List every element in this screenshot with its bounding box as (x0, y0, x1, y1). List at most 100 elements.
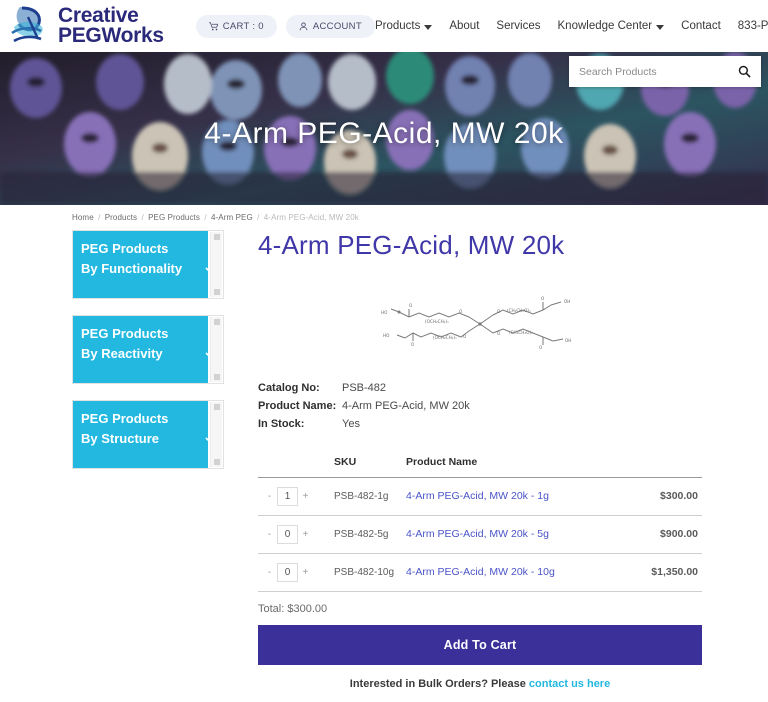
chevron-down-icon (656, 24, 665, 30)
sidebar-scrollbar[interactable] (210, 317, 222, 382)
sidebar-accordion-functionality-header[interactable]: PEG Products By Functionality (73, 231, 208, 298)
info-key-catalog-no: Catalog No: (258, 382, 320, 394)
quantity-increment-button[interactable]: + (298, 563, 313, 582)
svg-text:O: O (539, 345, 543, 350)
peg-helix-logo-icon (11, 6, 43, 43)
quantity-increment-button[interactable]: + (298, 525, 313, 544)
sidebar-accordion-functionality[interactable]: PEG Products By Functionality ⌄ (72, 230, 224, 299)
cell-product-name: 4-Arm PEG-Acid, MW 20k - 5g (402, 515, 625, 554)
hero-title: 4-Arm PEG-Acid, MW 20k (204, 117, 564, 150)
quantity-stepper[interactable]: - + (262, 524, 313, 544)
cell-sku: PSB-482-5g (330, 515, 402, 554)
breadcrumb-item-home[interactable]: Home (72, 213, 94, 222)
column-header-product-name: Product Name (402, 447, 625, 478)
breadcrumb-separator: / (204, 213, 207, 222)
nav-item-about[interactable]: About (449, 20, 479, 32)
hero-banner: 4-Arm PEG-Acid, MW 20k (0, 52, 768, 205)
search-box[interactable] (569, 56, 761, 87)
product-name-link[interactable]: 4-Arm PEG-Acid, MW 20k - 1g (406, 490, 549, 502)
nav-item-knowledge-center[interactable]: Knowledge Center (558, 20, 665, 32)
nav-item-services[interactable]: Services (496, 20, 540, 32)
sidebar-accordion-structure[interactable]: PEG Products By Structure ⌄ (72, 400, 224, 469)
quantity-decrement-button[interactable]: - (262, 487, 277, 506)
quantity-decrement-button[interactable]: - (262, 563, 277, 582)
sidebar-scrollbar[interactable] (210, 232, 222, 297)
cart-button[interactable]: CART : 0 (195, 14, 277, 38)
sidebar-scrollbar[interactable] (210, 402, 222, 467)
svg-text:O: O (409, 303, 413, 308)
info-row-product-name: Product Name: 4-Arm PEG-Acid, MW 20k (258, 398, 702, 416)
nav-label-services: Services (496, 20, 541, 32)
sidebar-accordion-reactivity[interactable]: PEG Products By Reactivity ⌄ (72, 315, 224, 384)
site-logo[interactable]: Creative PEGWorks (8, 5, 164, 47)
order-total: Total: $300.00 (258, 602, 328, 615)
cell-price: $1,350.00 (624, 553, 702, 592)
info-value-catalog-no: PSB-482 (342, 382, 387, 394)
breadcrumb-separator: / (98, 213, 101, 222)
nav-label-phone: 833-PEGWORK (737, 20, 768, 32)
cell-price: $900.00 (624, 515, 702, 554)
column-header-qty (258, 447, 330, 478)
info-row-in-stock: In Stock: Yes (258, 416, 702, 434)
sidebar: PEG Products By Functionality ⌄ PEG Prod… (72, 230, 224, 690)
quantity-stepper[interactable]: - + (262, 562, 313, 582)
sku-table: SKU Product Name - + PSB-482-1g (258, 447, 702, 592)
cell-quantity: - + (258, 515, 330, 554)
column-header-sku: SKU (330, 447, 402, 478)
quantity-increment-button[interactable]: + (298, 487, 313, 506)
product-name-link[interactable]: 4-Arm PEG-Acid, MW 20k - 5g (406, 528, 549, 540)
sidebar-accordion-structure-label: PEG Products By Structure (81, 411, 169, 447)
table-row: - + PSB-482-5g 4-Arm PEG-Acid, MW 20k - … (258, 515, 702, 554)
breadcrumb-item-4-arm-peg[interactable]: 4-Arm PEG (211, 213, 253, 222)
nav-item-phone[interactable]: 833-PEGWORK (738, 20, 768, 32)
svg-text:O: O (463, 334, 467, 339)
main-navigation: Products About Services Knowledge Center… (375, 20, 768, 32)
svg-text:(CH₂CH₂O)ₙ: (CH₂CH₂O)ₙ (509, 330, 533, 335)
svg-text:OH: OH (565, 338, 571, 343)
info-value-in-stock: Yes (342, 417, 360, 430)
contact-us-link[interactable]: contact us here (529, 678, 610, 690)
breadcrumb-current: 4-Arm PEG-Acid, MW 20k (263, 213, 359, 222)
table-header-row: SKU Product Name (258, 447, 702, 478)
breadcrumb-item-peg-products[interactable]: PEG Products (148, 213, 200, 222)
sidebar-accordion-structure-header[interactable]: PEG Products By Structure (73, 401, 208, 468)
logo-wordmark: Creative PEGWorks (58, 5, 164, 47)
nav-item-products[interactable]: Products (374, 20, 433, 32)
sku-table-head: SKU Product Name (258, 447, 702, 478)
search-icon[interactable] (738, 65, 751, 78)
breadcrumb-separator: / (257, 213, 260, 222)
svg-text:(OCH₂CH₂)ₙ: (OCH₂CH₂)ₙ (425, 319, 449, 324)
svg-text:OH: OH (564, 299, 570, 304)
nav-item-contact[interactable]: Contact (681, 20, 721, 32)
product-info-list: Catalog No: PSB-482 Product Name: 4-Arm … (258, 380, 702, 434)
add-to-cart-button[interactable]: Add To Cart (258, 624, 702, 665)
page-content: PEG Products By Functionality ⌄ PEG Prod… (0, 226, 768, 690)
sidebar-accordion-reactivity-header[interactable]: PEG Products By Reactivity (73, 316, 208, 383)
product-name-link[interactable]: 4-Arm PEG-Acid, MW 20k - 10g (406, 566, 555, 578)
sidebar-accordion-functionality-label: PEG Products By Functionality (81, 241, 183, 277)
account-button[interactable]: ACCOUNT (285, 14, 375, 38)
nav-label-knowledge-center: Knowledge Center (557, 20, 653, 32)
breadcrumb-item-products[interactable]: Products (105, 213, 137, 222)
cell-sku: PSB-482-10g (330, 553, 402, 592)
nav-label-products: Products (374, 20, 421, 32)
quantity-input[interactable] (277, 524, 298, 544)
cart-icon (208, 21, 218, 30)
svg-text:HO: HO (383, 333, 390, 338)
quantity-input[interactable] (277, 562, 298, 582)
search-input[interactable] (579, 65, 738, 78)
quantity-decrement-button[interactable]: - (262, 525, 277, 544)
table-row: - + PSB-482-1g 4-Arm PEG-Acid, MW 20k - … (258, 477, 702, 516)
quantity-stepper[interactable]: - + (262, 486, 313, 506)
breadcrumb-separator: / (141, 213, 144, 222)
quantity-input[interactable] (277, 486, 298, 506)
svg-text:(CH₂CH₂O)ₙ: (CH₂CH₂O)ₙ (507, 308, 531, 313)
logo-line-2: PEGWorks (58, 24, 164, 47)
info-row-catalog-no: Catalog No: PSB-482 (258, 380, 702, 398)
bulk-orders-text: Interested in Bulk Orders? Please (349, 677, 526, 690)
info-key-in-stock: In Stock: (258, 417, 305, 430)
nav-label-contact: Contact (681, 20, 721, 32)
sku-table-body: - + PSB-482-1g 4-Arm PEG-Acid, MW 20k - … (258, 477, 702, 592)
page-title: 4-Arm PEG-Acid, MW 20k (258, 230, 565, 260)
product-structure-image: HO (OCH₂CH₂)ₙ O O HO (OCH₂CH₂)ₙ O O O (C… (258, 267, 702, 380)
